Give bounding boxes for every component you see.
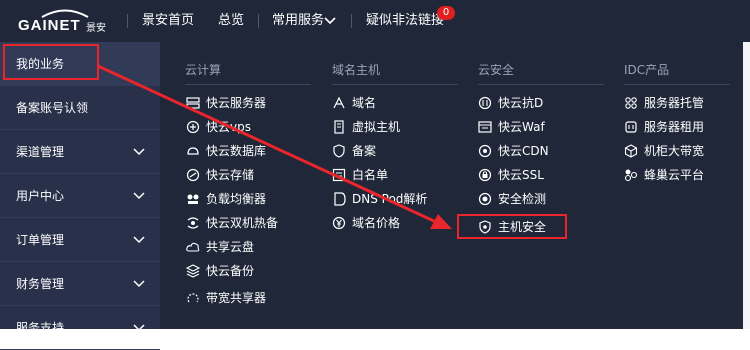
bandwidth-icon bbox=[187, 293, 199, 303]
sidebar-item-user-center[interactable]: 用户中心 bbox=[0, 174, 160, 218]
chevron-down-icon[interactable] bbox=[324, 16, 336, 26]
waf-icon bbox=[478, 121, 492, 133]
anti-ddos-icon bbox=[478, 96, 492, 110]
column-title-cloud-security: 云安全 bbox=[478, 63, 515, 77]
highlight-box-host-security bbox=[457, 214, 567, 239]
nav-divider bbox=[127, 14, 128, 28]
hot-backup-icon bbox=[187, 217, 199, 229]
database-icon bbox=[187, 147, 199, 155]
load-balancer-icon bbox=[187, 194, 199, 204]
hosting-icon bbox=[625, 97, 637, 109]
sidebar-item-orders[interactable]: 订单管理 bbox=[0, 218, 160, 262]
column-title-domain-hosting: 域名主机 bbox=[332, 63, 381, 77]
ssl-icon bbox=[478, 168, 492, 182]
sidebar-item-label: 用户中心 bbox=[16, 189, 65, 203]
cdn-icon bbox=[478, 144, 492, 158]
sidebar-item-label: 订单管理 bbox=[16, 233, 65, 247]
sidebar-item-support[interactable]: 服务支持 bbox=[0, 306, 160, 350]
column-divider bbox=[478, 84, 604, 85]
nav-divider bbox=[351, 14, 352, 28]
sidebar-item-label: 渠道管理 bbox=[16, 145, 65, 159]
gainet-logo[interactable]: GAINET 景安 bbox=[18, 8, 118, 34]
sidebar-item-finance[interactable]: 财务管理 bbox=[0, 262, 160, 306]
nav-overview[interactable]: 总览 bbox=[218, 0, 244, 42]
filing-icon bbox=[333, 144, 345, 158]
server-icon bbox=[186, 97, 200, 109]
column-title-cloud-computing: 云计算 bbox=[185, 63, 222, 77]
logo-text: GAINET bbox=[18, 17, 81, 34]
notification-badge: 0 bbox=[437, 6, 455, 20]
security-scan-icon bbox=[478, 192, 492, 206]
nav-common-services[interactable]: 常用服务 bbox=[272, 0, 324, 42]
storage-icon bbox=[186, 168, 200, 182]
chevron-down-icon bbox=[133, 236, 145, 244]
sidebar-item-label: 服务支持 bbox=[16, 321, 65, 335]
top-navigation-bar: GAINET 景安 景安首页 总览 常用服务 疑似非法链接 0 bbox=[0, 0, 750, 42]
logo-cn-text: 景安 bbox=[86, 23, 106, 34]
sidebar-item-channel[interactable]: 渠道管理 bbox=[0, 130, 160, 174]
domain-icon bbox=[333, 96, 345, 109]
cabinet-icon bbox=[624, 144, 638, 158]
rental-icon bbox=[625, 121, 637, 133]
chevron-down-icon bbox=[133, 148, 145, 156]
sidebar-item-label: 财务管理 bbox=[16, 277, 65, 291]
dns-icon bbox=[334, 192, 346, 206]
whitelist-icon bbox=[332, 168, 346, 182]
chevron-down-icon bbox=[133, 280, 145, 288]
vps-icon bbox=[186, 120, 200, 134]
nav-home[interactable]: 景安首页 bbox=[142, 0, 194, 42]
mega-menu-panel bbox=[160, 42, 743, 329]
cloud-disk-icon bbox=[186, 242, 200, 252]
sidebar-item-label: 备案账号认领 bbox=[16, 101, 89, 115]
chevron-down-icon bbox=[133, 192, 145, 200]
price-icon bbox=[332, 216, 346, 230]
sidebar-item-filing-claim[interactable]: 备案账号认领 bbox=[0, 86, 160, 130]
hive-icon bbox=[624, 169, 638, 182]
virtual-host-icon bbox=[334, 120, 344, 134]
chevron-down-icon bbox=[133, 324, 145, 332]
background-page-edge bbox=[743, 42, 750, 329]
column-divider bbox=[332, 84, 458, 85]
nav-suspicious-links[interactable]: 疑似非法链接 bbox=[366, 0, 444, 42]
column-title-idc: IDC产品 bbox=[624, 63, 670, 77]
column-divider bbox=[624, 84, 730, 85]
sidebar: 我的业务 备案账号认领 渠道管理 用户中心 订单管理 财务管理 服务支持 bbox=[0, 42, 160, 350]
nav-divider bbox=[258, 14, 259, 28]
backup-icon bbox=[186, 264, 200, 278]
column-divider bbox=[185, 84, 311, 85]
highlight-box-my-business bbox=[3, 44, 99, 80]
